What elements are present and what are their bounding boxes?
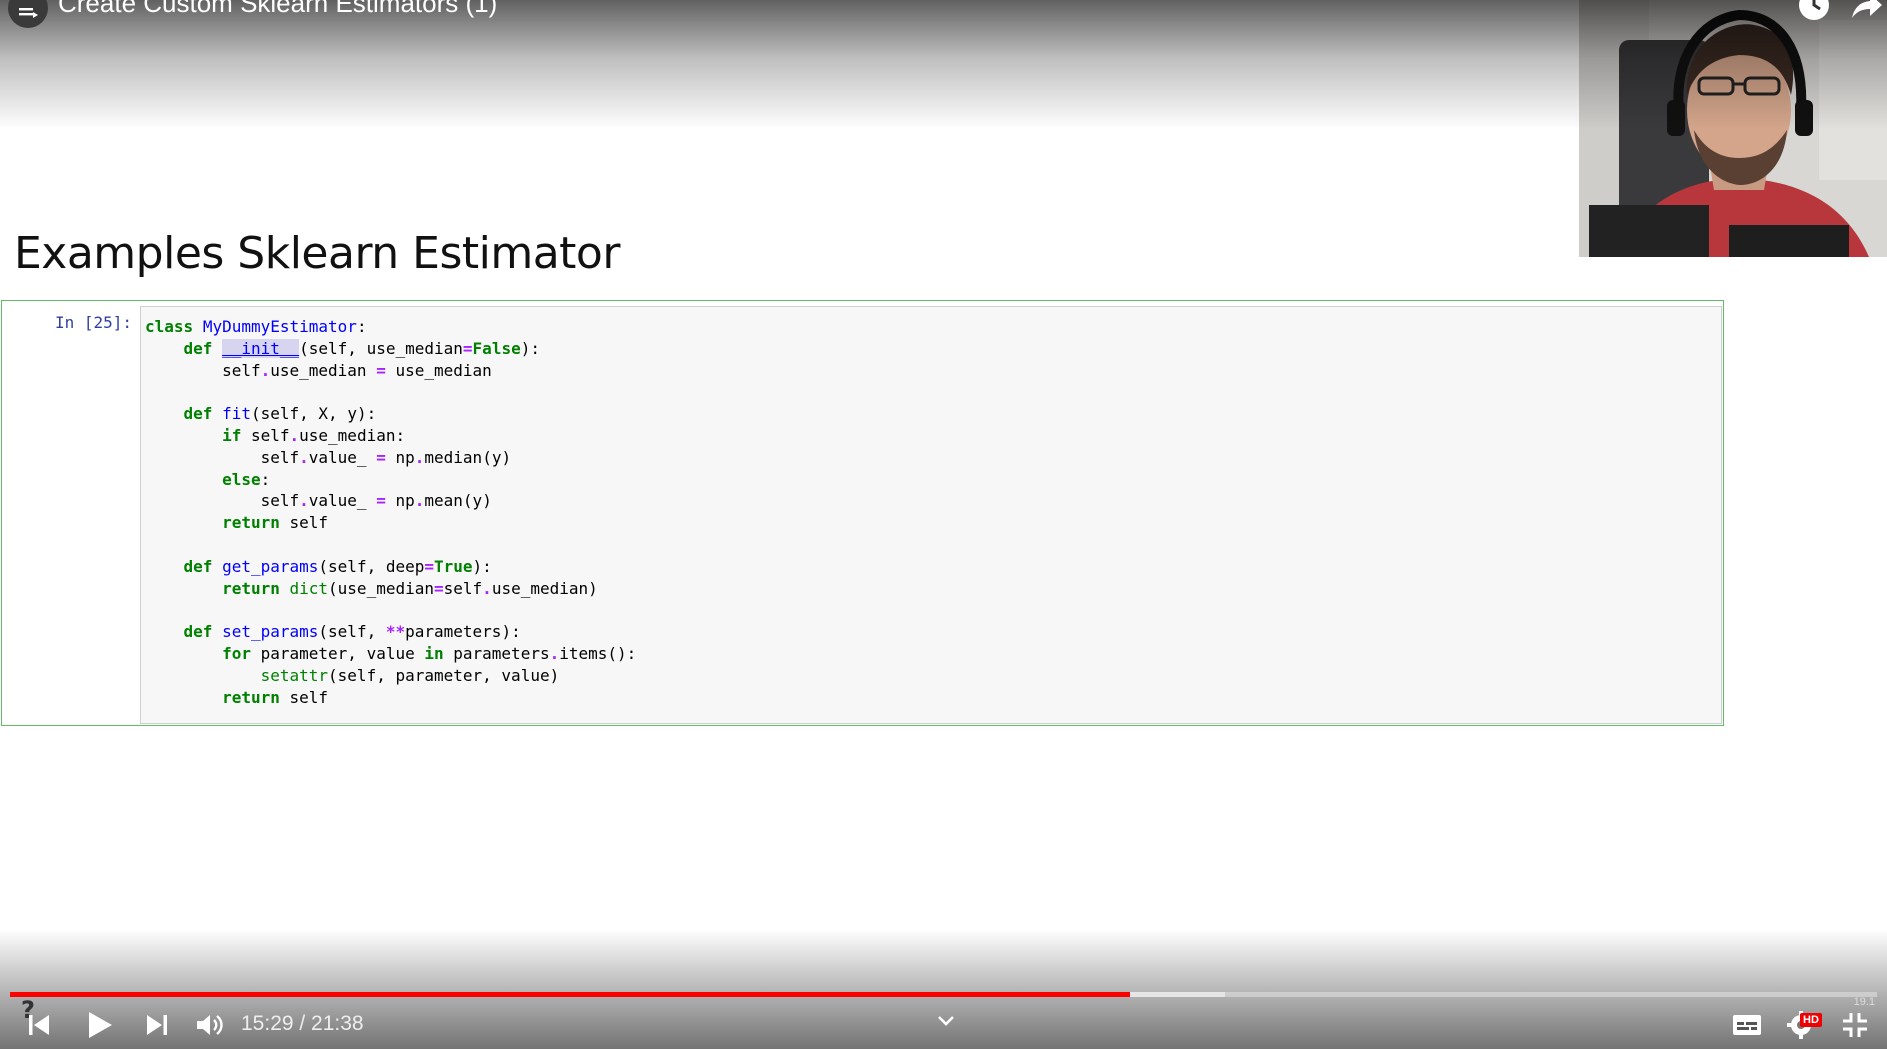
progress-played	[10, 992, 1131, 997]
code-text: class MyDummyEstimator: def __init__(sel…	[145, 317, 637, 707]
hd-badge: HD	[1800, 1013, 1822, 1027]
subtitles-icon[interactable]	[1731, 1011, 1763, 1044]
corner-label: 19.1	[1853, 996, 1875, 1008]
code-cell[interactable]: In [25]: class MyDummyEstimator: def __i…	[1, 300, 1724, 726]
code-editor[interactable]: class MyDummyEstimator: def __init__(sel…	[140, 306, 1722, 724]
time-display: 15:29 / 21:38	[241, 1012, 364, 1035]
watch-later-icon[interactable]	[1797, 0, 1831, 27]
volume-icon[interactable]	[194, 1010, 224, 1045]
chevron-down-icon[interactable]	[934, 1012, 958, 1035]
notebook-heading: Examples Sklearn Estimator	[14, 228, 620, 279]
top-gradient	[0, 0, 1887, 130]
play-button[interactable]	[86, 1010, 114, 1045]
share-icon[interactable]	[1850, 0, 1884, 27]
video-title[interactable]: Create Custom Sklearn Estimators (1)	[58, 0, 497, 19]
exit-fullscreen-icon[interactable]	[1840, 1010, 1870, 1045]
progress-bar[interactable]	[10, 992, 1877, 997]
cell-prompt: In [25]:	[55, 313, 133, 332]
next-button[interactable]	[144, 1012, 170, 1043]
playlist-glyph	[19, 8, 38, 18]
previous-button[interactable]	[26, 1012, 52, 1043]
